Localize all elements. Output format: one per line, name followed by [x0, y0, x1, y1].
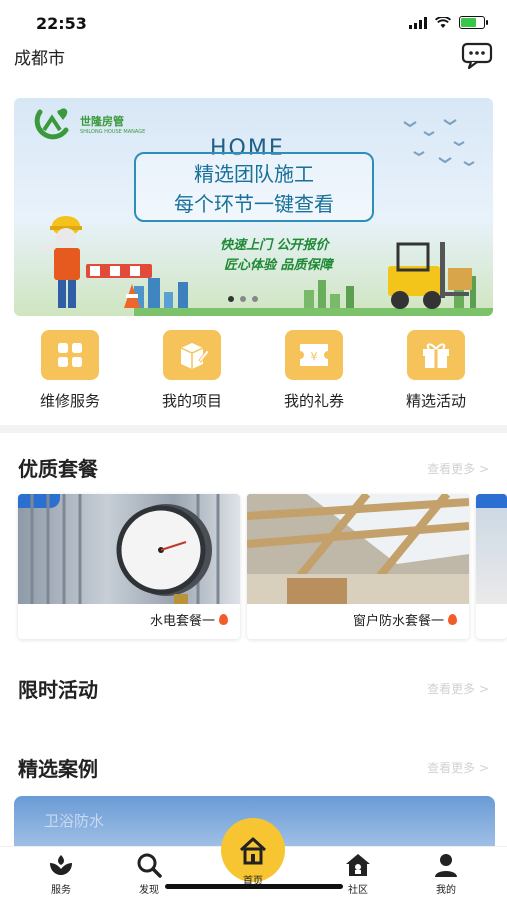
battery-icon	[459, 16, 488, 29]
message-button[interactable]	[461, 42, 493, 70]
worker-illustration	[40, 216, 152, 308]
menu-label: 我的项目	[161, 392, 222, 410]
package-image-window	[247, 494, 469, 604]
banner-tagline-1: 快速上门 公开报价	[220, 238, 329, 253]
tab-profile[interactable]: 我的	[416, 851, 476, 896]
case-preview-text: 卫浴防水	[44, 812, 105, 830]
cases-title: 精选案例	[18, 757, 98, 781]
box-edit-icon	[163, 330, 221, 380]
packages-title: 优质套餐	[18, 457, 98, 481]
package-card[interactable]: 窗户防水套餐一	[247, 494, 469, 639]
package-card[interactable]: 水电套餐一	[18, 494, 240, 639]
package-card-partial[interactable]	[476, 494, 507, 639]
brand-name: 世隆房管	[80, 115, 124, 128]
search-icon	[134, 851, 164, 879]
headline-line-2: 每个环节一键查看	[174, 192, 334, 216]
hot-icon	[219, 614, 228, 625]
section-divider	[0, 425, 507, 433]
menu-label: 我的礼券	[283, 392, 344, 410]
carousel-indicator[interactable]	[228, 296, 258, 302]
package-image-gauge	[18, 494, 240, 604]
home-indicator	[165, 884, 343, 889]
tab-label: 服务	[51, 885, 71, 896]
promo-banner[interactable]: 世隆房管 SHILONG HOUSE MANAGE HOME 精选团队施工 每个…	[14, 98, 493, 316]
hot-icon	[448, 614, 457, 625]
brand-subtitle: SHILONG HOUSE MANAGE	[80, 129, 146, 135]
tab-service[interactable]: 服务	[31, 851, 91, 896]
quick-menu: 维修服务 我的项目 ¥ 我的礼券 精选活动	[0, 330, 507, 420]
headline-line-1: 精选团队施工	[194, 162, 314, 186]
tab-community[interactable]: 社区	[328, 851, 388, 896]
packages-more-link[interactable]: 查看更多 >	[427, 460, 489, 477]
tab-label: 我的	[436, 885, 456, 896]
profile-icon	[431, 851, 461, 879]
city-selector[interactable]: 成都市	[14, 44, 65, 69]
menu-label: 维修服务	[39, 392, 100, 410]
status-icons	[409, 16, 488, 29]
brand-logo: 世隆房管 SHILONG HOUSE MANAGE	[30, 106, 145, 142]
package-name: 窗户防水套餐一	[353, 610, 457, 629]
message-icon	[461, 42, 493, 70]
menu-my-coupons[interactable]: ¥ 我的礼券	[264, 330, 364, 411]
menu-my-projects[interactable]: 我的项目	[142, 330, 242, 411]
menu-featured-activities[interactable]: 精选活动	[386, 330, 486, 411]
ticket-icon: ¥	[285, 330, 343, 380]
birds-illustration	[403, 119, 475, 167]
gift-icon	[407, 330, 465, 380]
menu-repair-service[interactable]: 维修服务	[20, 330, 120, 411]
cases-more-link[interactable]: 查看更多 >	[427, 759, 489, 776]
community-icon	[343, 851, 373, 879]
wifi-icon	[435, 16, 451, 28]
svg-text:¥: ¥	[311, 350, 318, 363]
promotions-more-link[interactable]: 查看更多 >	[427, 680, 489, 697]
menu-label: 精选活动	[405, 392, 466, 410]
package-name: 水电套餐一	[150, 610, 228, 629]
logo-icon	[34, 108, 69, 140]
package-image-partial	[476, 494, 507, 604]
promotions-title: 限时活动	[18, 678, 98, 702]
service-icon	[46, 851, 76, 879]
signal-icon	[409, 16, 427, 29]
grid-icon	[41, 330, 99, 380]
banner-headline: 精选团队施工 每个环节一键查看	[134, 152, 374, 222]
forklift-illustration	[388, 242, 472, 309]
status-time: 22:53	[36, 14, 87, 33]
tab-discover[interactable]: 发现	[119, 851, 179, 896]
